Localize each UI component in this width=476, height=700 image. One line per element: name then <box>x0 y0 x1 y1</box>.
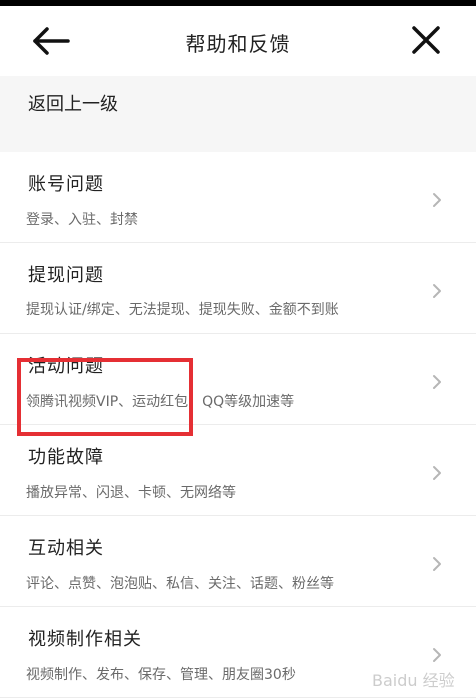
page-title: 帮助和反馈 <box>185 32 291 56</box>
list-item-title: 视频制作相关 <box>28 629 142 650</box>
header-bar: 帮助和反馈 <box>0 6 476 76</box>
list-item-subtitle: 视频制作、发布、保存、管理、朋友圈30秒 <box>26 667 296 683</box>
list-item-title: 互动相关 <box>28 538 104 559</box>
chevron-right-icon <box>433 375 441 389</box>
list-item-subtitle: 登录、入驻、封禁 <box>26 212 138 228</box>
list-item-subtitle: 播放异常、闪退、卡顿、无网络等 <box>26 485 236 501</box>
chevron-right-icon <box>433 648 441 662</box>
help-topic-list: 账号问题 登录、入驻、封禁 提现问题 提现认证/绑定、无法提现、提现失败、金额不… <box>0 152 476 698</box>
section-divider <box>0 130 476 152</box>
list-item-title: 活动问题 <box>28 356 104 377</box>
list-item-subtitle: 领腾讯视频VIP、运动红包、QQ等级加速等 <box>26 394 295 410</box>
close-button[interactable] <box>406 20 446 60</box>
chevron-right-icon <box>433 193 441 207</box>
list-item-withdrawal[interactable]: 提现问题 提现认证/绑定、无法提现、提现失败、金额不到账 <box>0 243 476 334</box>
list-item-subtitle: 提现认证/绑定、无法提现、提现失败、金额不到账 <box>26 302 339 318</box>
back-to-previous-label: 返回上一级 <box>28 94 118 115</box>
list-item-malfunction[interactable]: 功能故障 播放异常、闪退、卡顿、无网络等 <box>0 425 476 516</box>
list-item-title: 功能故障 <box>28 447 104 468</box>
close-icon <box>412 26 440 54</box>
chevron-right-icon <box>433 557 441 571</box>
watermark-logo: Baidu 经验 <box>370 664 470 696</box>
list-item-title: 账号问题 <box>28 174 104 195</box>
svg-text:Baidu 经验: Baidu 经验 <box>372 671 455 690</box>
chevron-right-icon <box>433 466 441 480</box>
chevron-right-icon <box>433 284 441 298</box>
list-item-subtitle: 评论、点赞、泡泡贴、私信、关注、话题、粉丝等 <box>26 576 334 592</box>
list-item-title: 提现问题 <box>28 265 104 286</box>
list-item-interaction[interactable]: 互动相关 评论、点赞、泡泡贴、私信、关注、话题、粉丝等 <box>0 516 476 607</box>
back-to-previous-row[interactable]: 返回上一级 <box>0 76 476 130</box>
list-item-account[interactable]: 账号问题 登录、入驻、封禁 <box>0 152 476 243</box>
list-item-activity[interactable]: 活动问题 领腾讯视频VIP、运动红包、QQ等级加速等 <box>0 334 476 425</box>
